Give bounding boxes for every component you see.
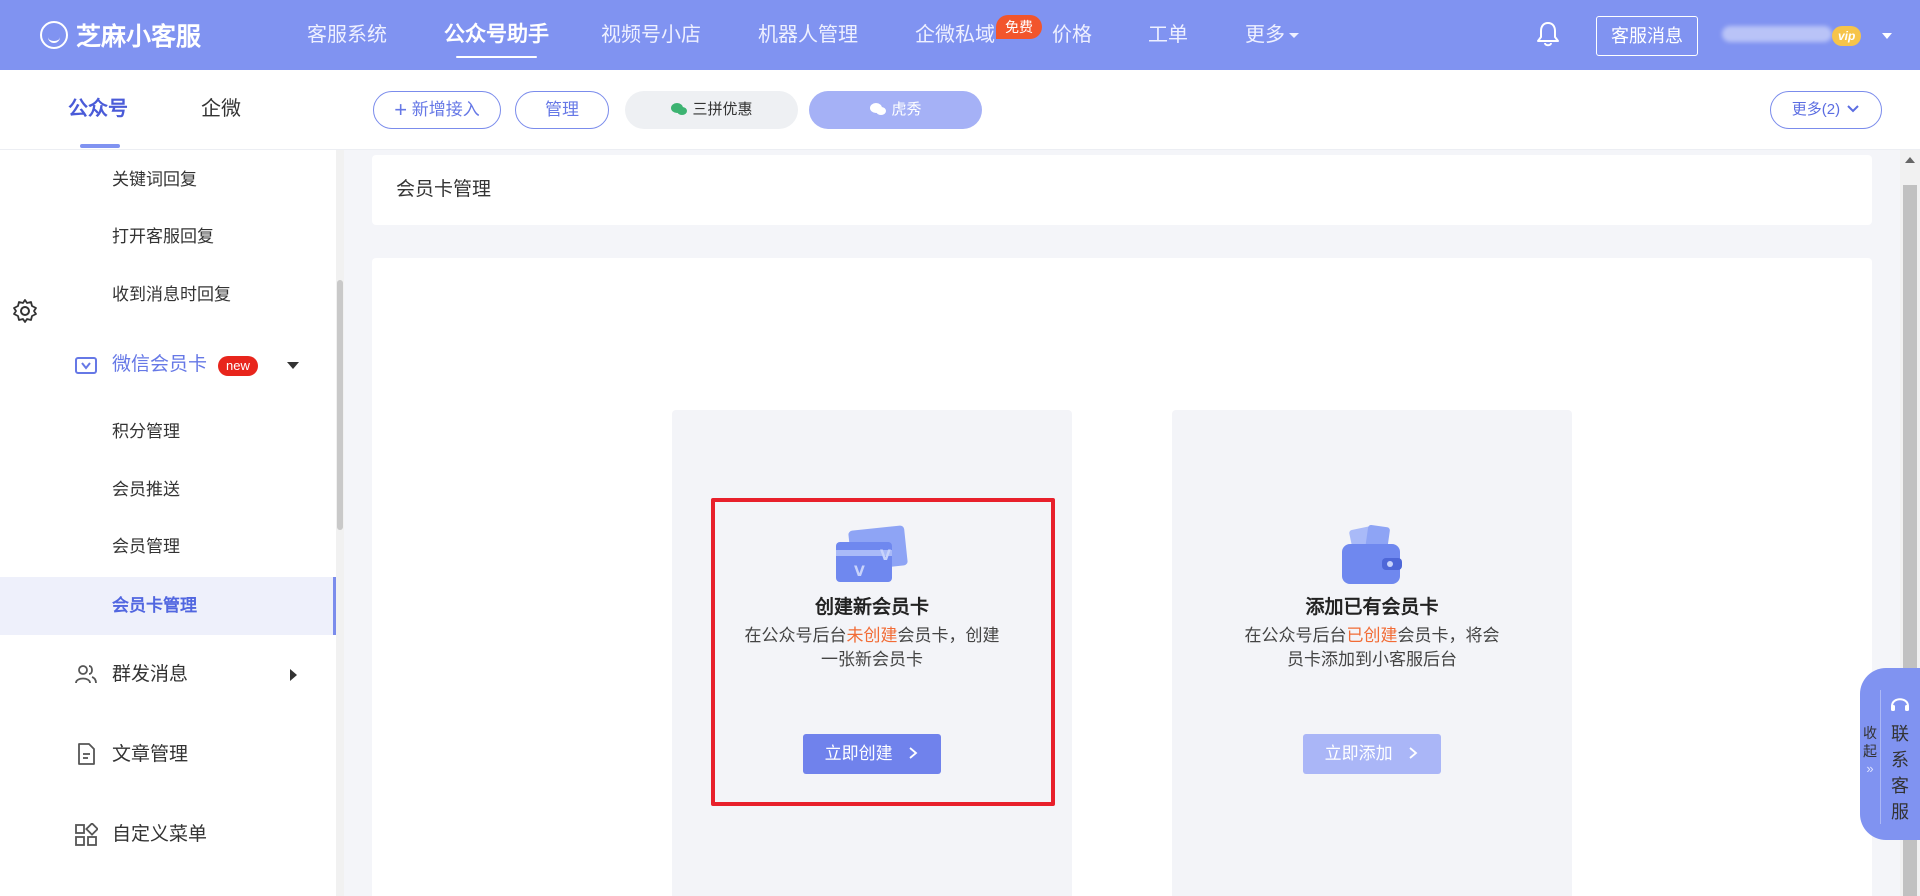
nav-official-account-helper[interactable]: 公众号助手 [444,22,549,58]
customer-message-button[interactable]: 客服消息 [1596,16,1698,56]
add-access-label: 新增接入 [411,100,480,119]
collapse-label: 收起 [1863,725,1877,759]
top-navbar: 芝麻小客服 客服系统 公众号助手 视频号小店 机器人管理 企微私域 免费 价格 … [0,0,1920,70]
account-name: 三拼优惠 [692,101,753,118]
collapse-button[interactable]: 收起 » [1862,724,1878,778]
sidebar-item-member-push[interactable]: 会员推送 [112,478,180,502]
more-accounts-label: 更多(2) [1791,101,1841,118]
gear-icon[interactable] [12,298,38,324]
sidebar-scrollbar-thumb[interactable] [337,280,343,530]
nav-robot-management[interactable]: 机器人管理 [758,22,858,48]
desc-text: 会员卡，将会 [1397,626,1500,645]
sidebar-section-member-card[interactable]: 微信会员卡 [112,352,207,378]
contact-char: 客 [1891,776,1909,796]
add-card-title: 添加已有会员卡 [1305,597,1439,618]
manage-button[interactable]: 管理 [515,91,609,129]
annotation-highlight-frame [711,498,1055,806]
menu-grid-icon [75,823,98,846]
sidebar-item-points[interactable]: 积分管理 [112,420,180,444]
new-badge: new [218,356,258,376]
sidebar-item-member-management[interactable]: 会员管理 [112,535,180,559]
nav-more[interactable]: 更多 [1245,22,1299,48]
vip-badge: vip [1832,26,1862,46]
nav-pricing[interactable]: 价格 [1052,22,1092,48]
chevron-down-icon [1847,105,1859,113]
sidebar-item-open-reply[interactable]: 打开客服回复 [112,225,214,249]
nav-wecom-private[interactable]: 企微私域 [915,22,995,48]
sidebar [0,150,338,896]
chevron-down-icon [1289,33,1299,39]
plus-icon: + [394,97,408,122]
chevron-right-icon [1409,747,1418,759]
account-name-blurred[interactable] [1722,26,1832,42]
add-now-button[interactable]: 立即添加 [1303,734,1441,774]
wallet-cards-icon [1342,525,1402,584]
account-pill-huxiu[interactable]: 虎秀 [809,91,982,129]
logo-icon [40,21,68,49]
nav-label: 公众号助手 [444,23,549,46]
sidebar-section-custom-menu[interactable]: 自定义菜单 [112,822,207,848]
content-panel [372,258,1872,896]
member-card-icon [75,357,97,374]
contact-support-button[interactable]: 联 系 客 服 [1888,694,1912,825]
wechat-icon [671,103,688,115]
brand-name: 芝麻小客服 [76,23,202,51]
caret-down-icon[interactable] [287,362,299,369]
document-icon [78,743,95,765]
add-card-desc-line2: 员卡添加到小客服后台 [1287,650,1457,669]
nav-more-label: 更多 [1245,24,1285,46]
sidebar-item-keyword-reply[interactable]: 关键词回复 [112,168,197,192]
sidebar-section-articles[interactable]: 文章管理 [112,742,188,768]
caret-right-icon[interactable] [290,669,297,681]
desc-text: 在公众号后台 [1244,626,1347,645]
account-pill-sanpin[interactable]: 三拼优惠 [625,91,798,129]
more-accounts-button[interactable]: 更多(2) [1770,91,1882,129]
nav-customer-service[interactable]: 客服系统 [307,22,387,48]
nav-tickets[interactable]: 工单 [1148,22,1188,48]
contact-char: 系 [1891,750,1909,770]
tab-wecom[interactable]: 企微 [201,96,241,122]
sidebar-item-card-management[interactable]: 会员卡管理 [112,594,197,618]
contact-char: 联 [1891,724,1909,744]
brand-logo[interactable]: 芝麻小客服 [40,18,201,52]
desc-highlight: 已创建 [1346,626,1398,645]
tab-official-account[interactable]: 公众号 [68,96,128,122]
double-chevron-icon: » [1866,761,1874,776]
scroll-up-icon[interactable] [1905,157,1915,163]
free-badge: 免费 [996,15,1042,39]
sidebar-item-message-reply[interactable]: 收到消息时回复 [112,283,231,307]
account-dropdown-icon[interactable] [1882,33,1892,39]
sidebar-section-mass-message[interactable]: 群发消息 [112,662,188,688]
float-divider [1880,690,1881,824]
add-access-button[interactable]: + 新增接入 [373,91,501,129]
bell-icon[interactable] [1535,20,1561,48]
contact-char: 服 [1891,802,1909,822]
breadcrumb-panel [372,155,1872,225]
wechat-icon [870,103,887,115]
add-now-label: 立即添加 [1324,744,1393,763]
add-card-description: 在公众号后台已创建会员卡，将会 员卡添加到小客服后台 [1222,624,1522,672]
add-card-desc-line1: 在公众号后台已创建会员卡，将会 [1222,624,1522,648]
account-name: 虎秀 [891,101,922,118]
page-title: 会员卡管理 [396,179,492,200]
users-icon [75,665,97,684]
nav-video-shop[interactable]: 视频号小店 [601,22,701,48]
headset-icon [1891,698,1909,711]
active-tab-indicator [80,144,120,148]
active-nav-underline [456,56,537,58]
